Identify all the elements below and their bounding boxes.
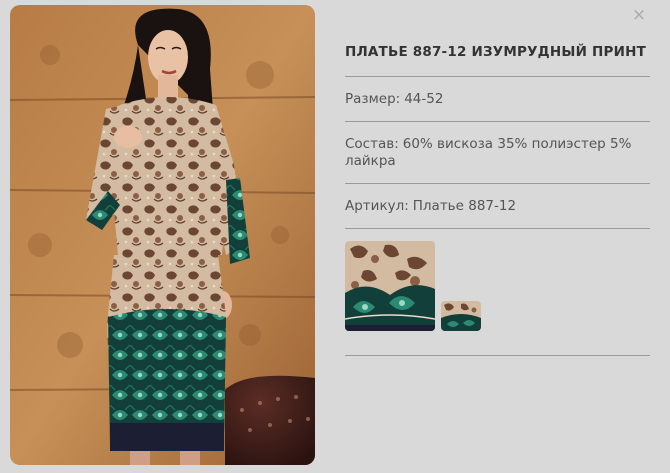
composition-label: Состав: (345, 136, 399, 152)
fabric-print-small-image (441, 301, 481, 331)
fabric-print-large-image (345, 241, 435, 331)
thumbnail-gallery (345, 229, 650, 356)
article-row: Артикул: Платье 887-12 (345, 184, 650, 229)
article-value: Платье 887-12 (412, 198, 517, 214)
composition-row: Состав: 60% вискоза 35% полиэстер 5% лайк… (345, 122, 650, 184)
product-title: ПЛАТЬЕ 887-12 ИЗУМРУДНЫЙ ПРИНТ (345, 44, 650, 77)
thumbnail-fabric-large[interactable] (345, 241, 435, 331)
thumbnail-fabric-small[interactable] (441, 301, 481, 331)
size-label: Размер: (345, 91, 401, 107)
product-info-panel: ПЛАТЬЕ 887-12 ИЗУМРУДНЫЙ ПРИНТ Размер: 44… (345, 44, 650, 356)
product-photo (10, 5, 315, 465)
product-quickview-dialog: × ПЛАТЬЕ 887-12 ИЗУМРУДНЫЙ ПРИНТ Размер:… (0, 0, 670, 473)
model-in-dress-image (10, 5, 315, 465)
size-row: Размер: 44-52 (345, 77, 650, 122)
size-value: 44-52 (404, 91, 444, 107)
article-label: Артикул: (345, 198, 409, 214)
close-icon[interactable]: × (630, 6, 648, 24)
